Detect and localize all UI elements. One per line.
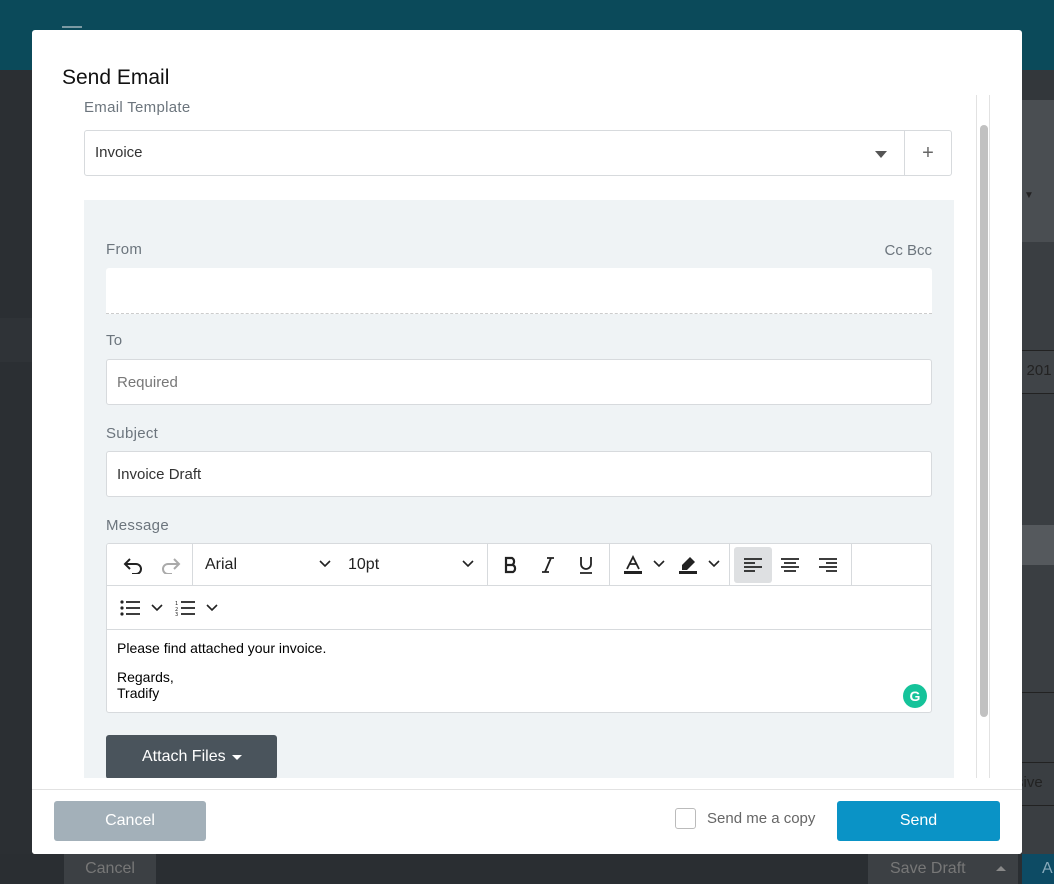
- editor-toolbar-row: 123: [107, 586, 931, 630]
- attach-files-label: Attach Files: [142, 748, 226, 765]
- message-line: Tradify: [117, 685, 160, 701]
- email-compose-panel: From Cc Bcc To Subject Message Arial: [84, 200, 954, 778]
- to-label: To: [106, 332, 123, 349]
- dialog-footer: Cancel Send me a copy Send: [32, 789, 1022, 854]
- add-template-button[interactable]: +: [904, 130, 952, 176]
- from-field[interactable]: [106, 268, 932, 314]
- underline-icon[interactable]: [569, 547, 603, 583]
- from-label: From: [106, 241, 143, 258]
- svg-text:3: 3: [175, 612, 178, 616]
- cancel-button[interactable]: Cancel: [54, 801, 206, 841]
- bg-row-strip: [0, 318, 32, 362]
- to-field[interactable]: [106, 359, 932, 405]
- bullet-list-icon[interactable]: [119, 590, 141, 626]
- chevron-down-icon[interactable]: [462, 560, 474, 568]
- dialog-body: Email Template Invoice + From Cc Bcc To …: [32, 95, 990, 778]
- send-copy-checkbox[interactable]: [675, 808, 696, 829]
- send-email-dialog: Send Email Email Template Invoice + From…: [32, 30, 1022, 854]
- redo-icon[interactable]: [153, 547, 189, 583]
- chevron-down-icon[interactable]: [653, 560, 665, 568]
- chevron-down-icon[interactable]: [319, 560, 331, 568]
- toolbar-separator: [729, 544, 730, 586]
- caret-down-icon: [875, 151, 887, 158]
- toolbar-separator: [192, 544, 193, 586]
- send-copy-label[interactable]: Send me a copy: [707, 810, 815, 827]
- italic-icon[interactable]: [531, 547, 565, 583]
- numbered-list-icon[interactable]: 123: [174, 590, 196, 626]
- email-template-select[interactable]: Invoice: [84, 130, 905, 176]
- chevron-down-icon[interactable]: [708, 560, 720, 568]
- subject-label: Subject: [106, 425, 159, 442]
- dialog-title: Send Email: [62, 66, 170, 89]
- hamburger-menu-icon[interactable]: [62, 26, 82, 28]
- email-template-label: Email Template: [84, 99, 191, 116]
- bg-action-button[interactable]: A: [1022, 854, 1054, 884]
- message-line: Please find attached your invoice.: [117, 640, 327, 656]
- text-color-icon[interactable]: [617, 547, 649, 583]
- chevron-down-icon[interactable]: [206, 604, 218, 612]
- plus-icon: +: [922, 142, 934, 164]
- editor-toolbar-row: Arial 10pt: [107, 544, 931, 586]
- bg-right-header: [1022, 100, 1054, 242]
- caret-down-icon: [232, 755, 242, 760]
- font-size-select[interactable]: 10pt: [348, 547, 379, 583]
- align-center-icon[interactable]: [772, 547, 808, 583]
- attach-files-button[interactable]: Attach Files: [106, 735, 277, 778]
- send-button[interactable]: Send: [837, 801, 1000, 841]
- bg-divider: [1022, 692, 1054, 693]
- bg-cancel-button[interactable]: Cancel: [64, 854, 156, 884]
- email-template-value: Invoice: [95, 144, 143, 161]
- dialog-scrollbar-thumb[interactable]: [980, 125, 988, 717]
- message-body[interactable]: Please find attached your invoice. Regar…: [117, 640, 326, 701]
- chevron-down-icon[interactable]: [151, 604, 163, 612]
- message-line: Regards,: [117, 669, 174, 685]
- toolbar-separator: [851, 544, 852, 586]
- message-editor[interactable]: Arial 10pt 1 2 3 Please find attached yo…: [106, 543, 932, 713]
- align-right-icon[interactable]: [810, 547, 846, 583]
- bold-icon[interactable]: [494, 547, 528, 583]
- caret-up-icon[interactable]: [996, 866, 1006, 871]
- undo-icon[interactable]: [115, 547, 151, 583]
- cc-bcc-link[interactable]: Cc Bcc: [884, 242, 932, 259]
- subject-field[interactable]: [106, 451, 932, 497]
- bg-band: [1022, 525, 1054, 565]
- message-label: Message: [106, 517, 169, 534]
- align-left-icon[interactable]: [734, 547, 772, 583]
- toolbar-separator: [609, 544, 610, 586]
- highlight-color-icon[interactable]: [672, 547, 704, 583]
- bg-caret-down-icon: ▼: [1024, 190, 1034, 201]
- toolbar-separator: [487, 544, 488, 586]
- font-family-select[interactable]: Arial: [205, 547, 237, 583]
- grammarly-icon[interactable]: G: [903, 684, 927, 708]
